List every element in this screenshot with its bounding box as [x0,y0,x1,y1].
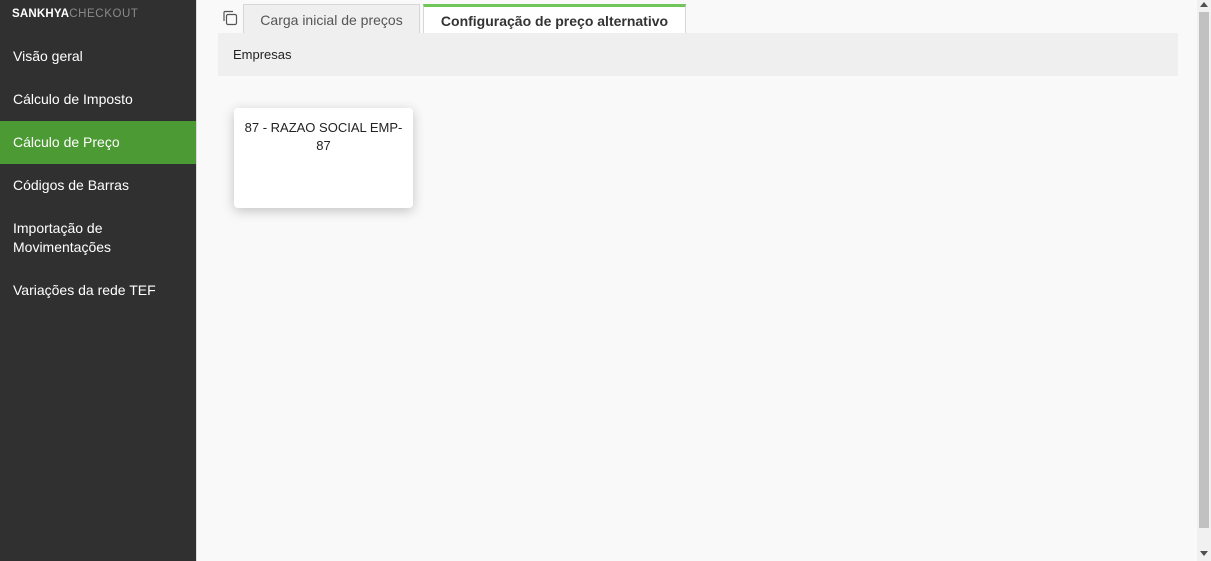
sidebar: SANKHYACHECKOUT Visão geral Cálculo de I… [0,0,196,561]
brand-name: SANKHYA [12,8,70,20]
scroll-up-arrow-icon[interactable] [1200,2,1208,7]
copy-icon[interactable] [221,9,239,27]
brand-logo: SANKHYACHECKOUT [12,7,139,21]
sidebar-nav: Visão geral Cálculo de Imposto Cálculo d… [0,35,196,312]
tab-carga-inicial[interactable]: Carga inicial de preços [243,4,420,34]
company-card[interactable]: 87 - RAZAO SOCIAL EMP-87 [234,108,413,208]
sidebar-item-calculo-preco[interactable]: Cálculo de Preço [0,121,196,164]
companies-panel-header: Empresas [218,33,1178,76]
scroll-down-arrow-icon[interactable] [1200,551,1208,556]
brand-product: CHECKOUT [69,8,139,20]
sidebar-item-visao-geral[interactable]: Visão geral [0,35,196,78]
panel-title: Empresas [233,47,292,62]
tab-configuracao-preco-alternativo[interactable]: Configuração de preço alternativo [423,4,686,34]
main-content: Carga inicial de preços Configuração de … [196,0,1197,561]
company-card-label: 87 - RAZAO SOCIAL EMP-87 [244,120,403,153]
tab-bar: Carga inicial de preços Configuração de … [217,0,1177,34]
scroll-thumb[interactable] [1199,12,1209,528]
sidebar-item-codigos-barras[interactable]: Códigos de Barras [0,164,196,207]
sidebar-item-importacao-movimentacoes[interactable]: Importação de Movimentações [0,207,196,269]
sidebar-item-variacoes-tef[interactable]: Variações da rede TEF [0,269,196,312]
sidebar-item-calculo-imposto[interactable]: Cálculo de Imposto [0,78,196,121]
vertical-scrollbar[interactable] [1197,0,1211,561]
